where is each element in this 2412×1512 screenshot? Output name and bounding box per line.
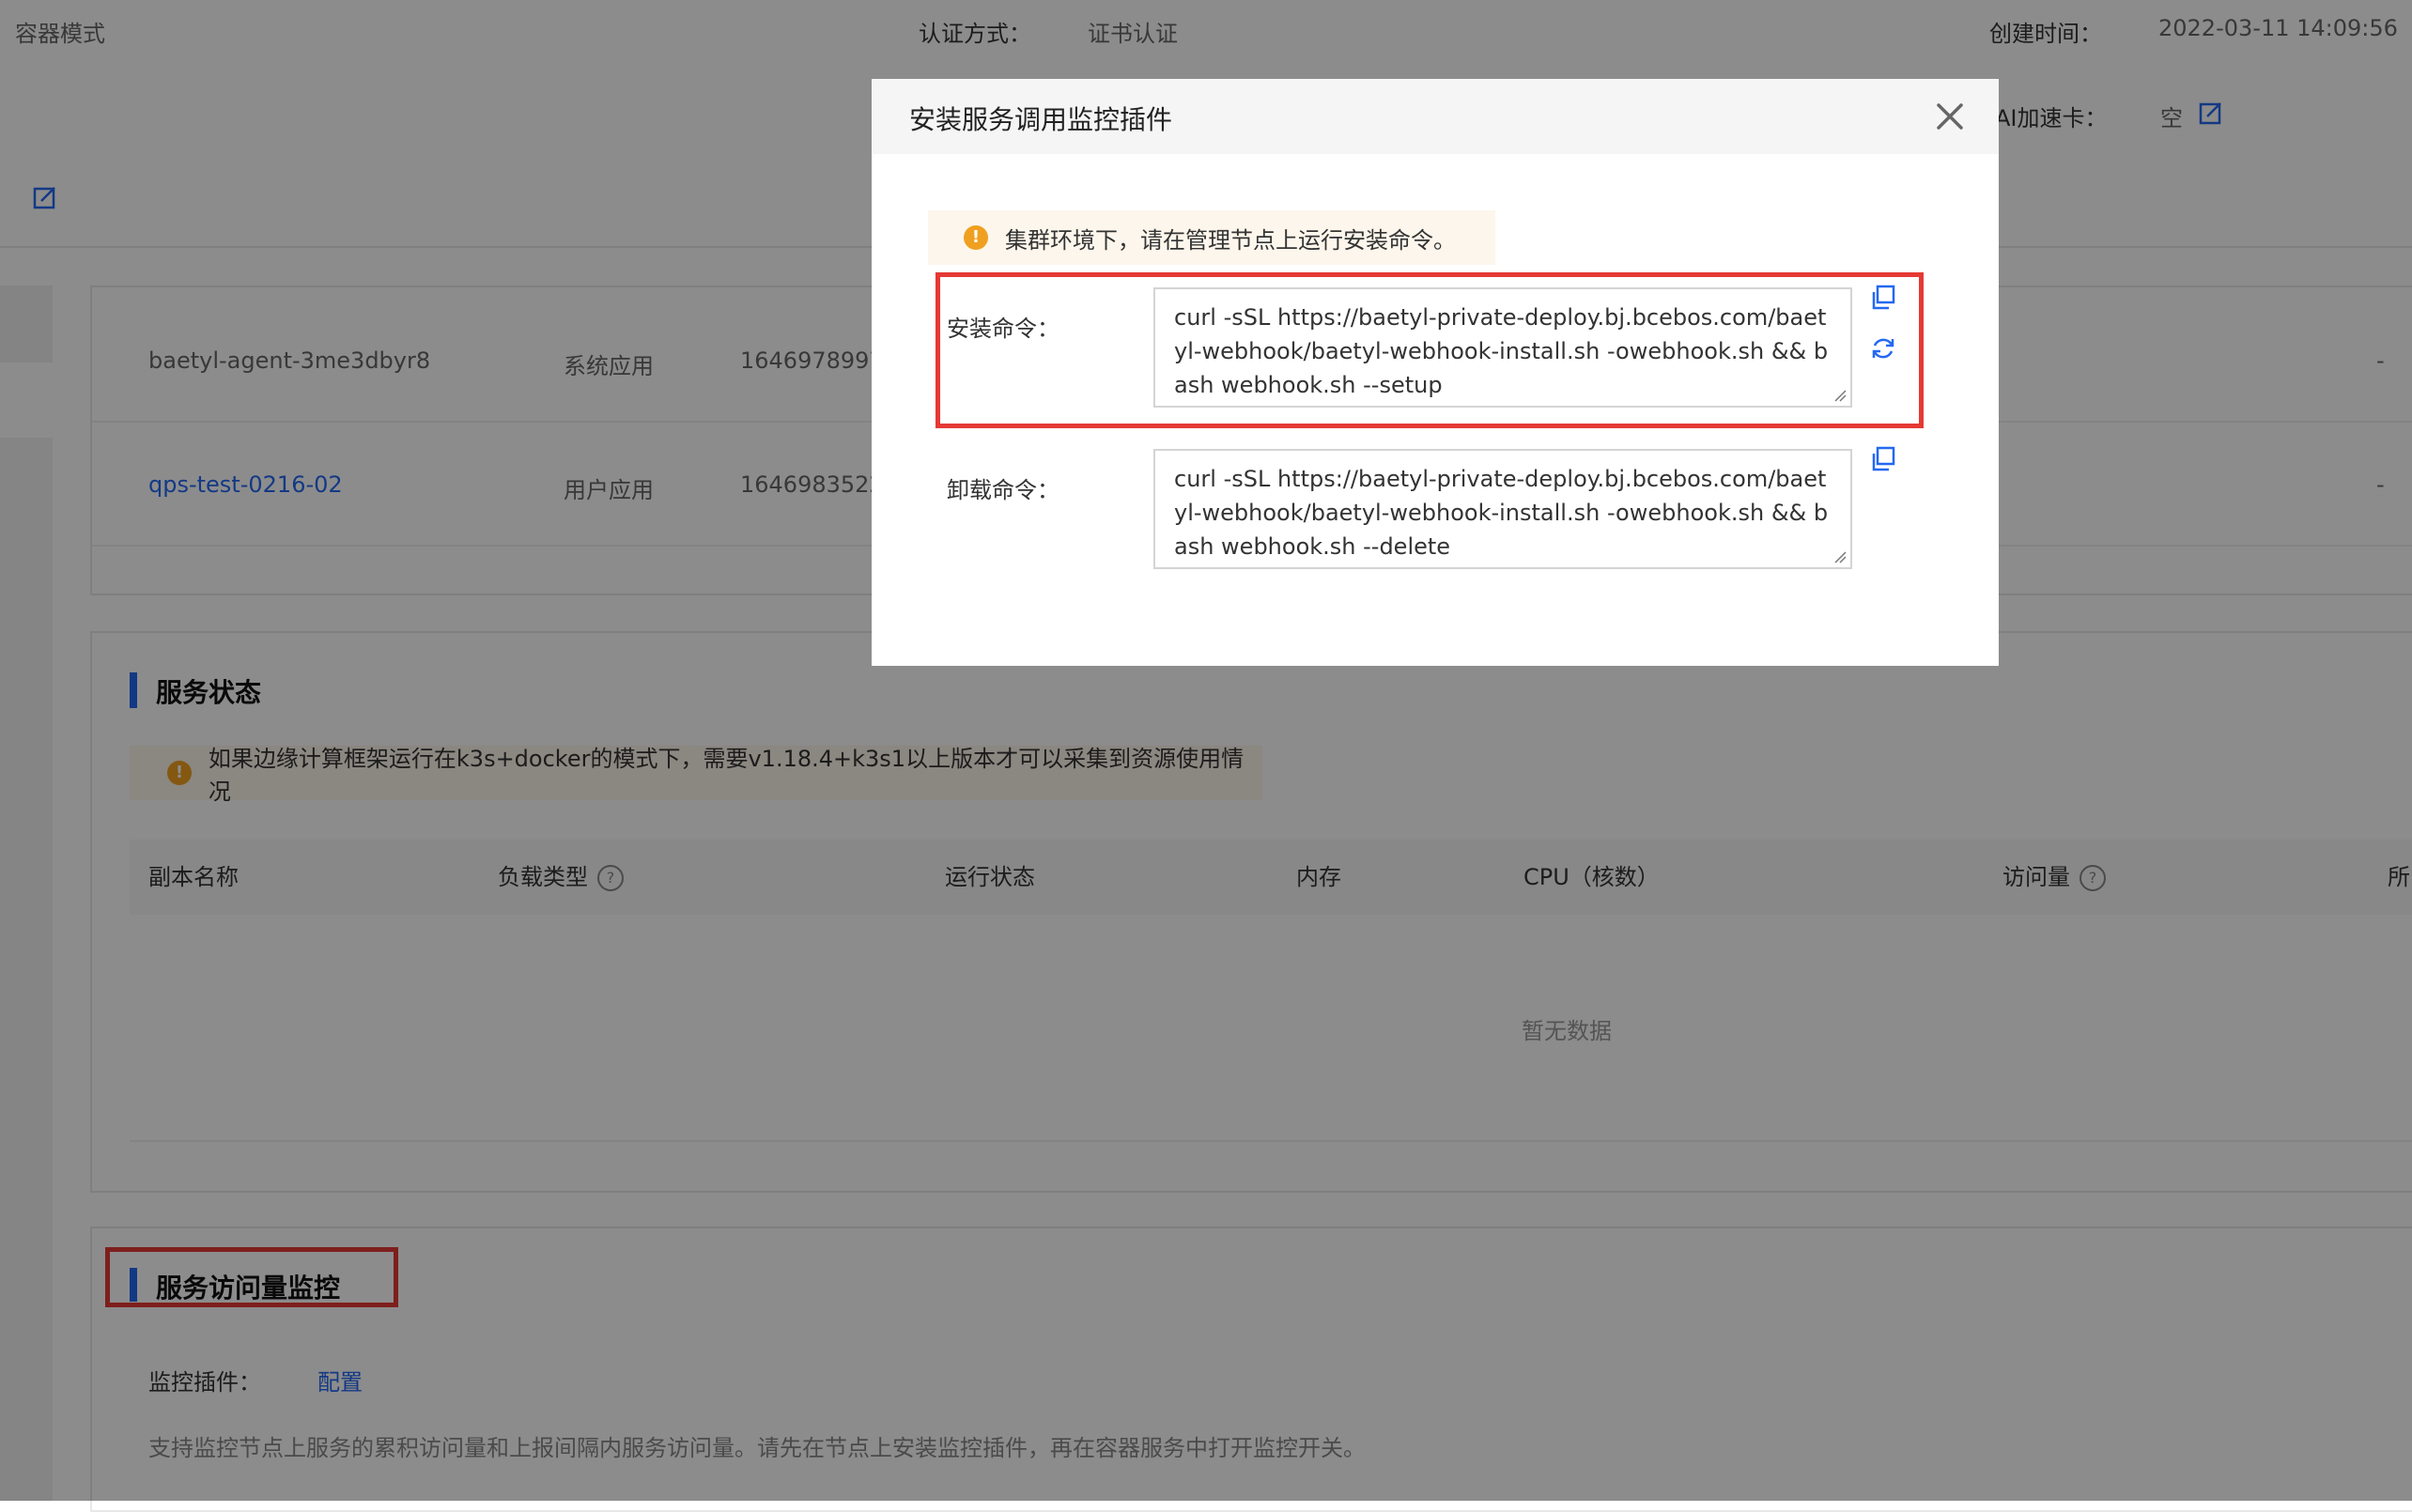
refresh-icon[interactable]	[1869, 334, 1897, 363]
close-icon[interactable]	[1929, 96, 1971, 137]
uninstall-label: 卸载命令：	[947, 477, 1059, 503]
modal-header: 安装服务调用监控插件	[872, 79, 1999, 154]
modal-notice: ! 集群环境下，请在管理节点上运行安装命令。	[928, 210, 1495, 265]
install-plugin-modal: 安装服务调用监控插件 ! 集群环境下，请在管理节点上运行安装命令。 安装命令： …	[872, 79, 1999, 666]
modal-notice-text: 集群环境下，请在管理节点上运行安装命令。	[1005, 226, 1456, 254]
copy-icon[interactable]	[1869, 284, 1897, 312]
uninstall-command-textarea[interactable]: curl -sSL https://baetyl-private-deploy.…	[1153, 449, 1852, 569]
resize-handle-icon[interactable]	[1832, 548, 1847, 563]
install-command-textarea[interactable]: curl -sSL https://baetyl-private-deploy.…	[1153, 287, 1852, 408]
modal-title: 安装服务调用监控插件	[909, 104, 1173, 135]
copy-icon[interactable]	[1869, 445, 1897, 473]
install-command-text: curl -sSL https://baetyl-private-deploy.…	[1174, 304, 1829, 398]
install-label: 安装命令：	[947, 316, 1059, 342]
resize-handle-icon[interactable]	[1832, 387, 1847, 402]
uninstall-command-text: curl -sSL https://baetyl-private-deploy.…	[1174, 466, 1829, 560]
warning-icon: !	[964, 225, 988, 250]
